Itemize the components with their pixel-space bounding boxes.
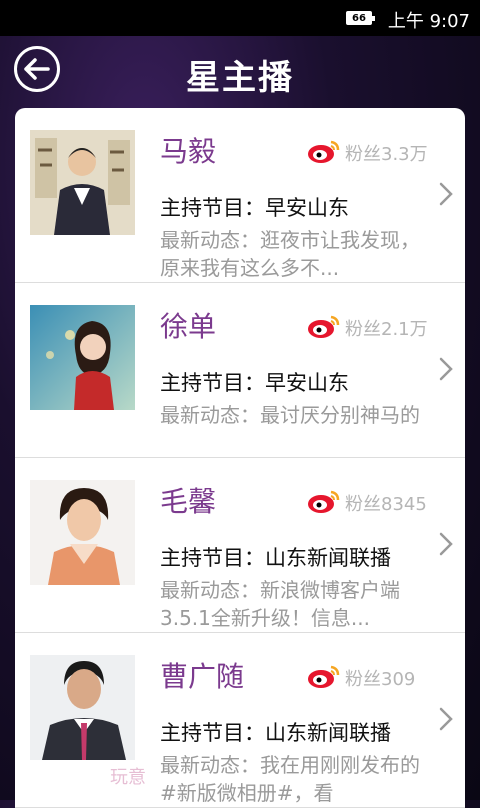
avatar — [30, 655, 135, 760]
latest-update: 最新动态：最讨厌分别神马的 — [160, 403, 420, 427]
fans-count: 粉丝2.1万 — [345, 319, 428, 340]
latest-update: 最新动态：逛夜市让我发现，原来我有这么多不... — [160, 228, 420, 280]
host-list-item[interactable]: 徐单 粉丝2.1万 主持节目：早安山东 最新动态：最讨厌分别神马的 — [15, 283, 465, 458]
avatar — [30, 480, 135, 585]
host-name: 曹广随 — [160, 660, 245, 693]
status-time: 上午 9:07 — [387, 11, 470, 32]
weibo-icon — [308, 315, 340, 338]
weibo-icon — [308, 490, 340, 513]
host-list-item[interactable]: 马毅 粉丝3.3万 主持节目：早安山东 最新动态：逛夜市让我发现，原来我有这么多… — [15, 108, 465, 283]
host-program: 主持节目：早安山东 — [160, 196, 349, 220]
watermark: 玩意 — [110, 767, 146, 788]
host-program: 主持节目：早安山东 — [160, 371, 349, 395]
host-program: 主持节目：山东新闻联播 — [160, 721, 391, 745]
fans-count: 粉丝8345 — [345, 494, 427, 515]
fans-count: 粉丝309 — [345, 669, 416, 690]
chevron-right-icon — [439, 532, 453, 556]
latest-update: 最新动态：我在用刚刚发布的#新版微相册#，看 — [160, 753, 420, 805]
weibo-icon — [308, 665, 340, 688]
avatar — [30, 305, 135, 410]
battery-level: 66 — [352, 12, 366, 24]
host-program: 主持节目：山东新闻联播 — [160, 546, 391, 570]
fans-count: 粉丝3.3万 — [345, 144, 428, 165]
host-name: 马毅 — [160, 135, 217, 168]
avatar — [30, 130, 135, 235]
latest-update: 最新动态：新浪微博客户端3.5.1全新升级！信息... — [160, 578, 400, 630]
host-list: 马毅 粉丝3.3万 主持节目：早安山东 最新动态：逛夜市让我发现，原来我有这么多… — [15, 108, 465, 808]
chevron-right-icon — [439, 182, 453, 206]
battery-icon: 66 — [346, 11, 375, 25]
page-title: 星主播 — [186, 58, 294, 98]
status-bar: 66 上午 9:07 — [0, 0, 480, 36]
host-name: 毛馨 — [160, 485, 217, 518]
header: 星主播 — [0, 36, 480, 108]
host-list-item[interactable]: 曹广随 粉丝309 主持节目：山东新闻联播 最新动态：我在用刚刚发布的#新版微相… — [15, 633, 465, 808]
chevron-right-icon — [439, 707, 453, 731]
weibo-icon — [308, 140, 340, 163]
host-name: 徐单 — [160, 310, 217, 343]
chevron-right-icon — [439, 357, 453, 381]
host-list-item[interactable]: 毛馨 粉丝8345 主持节目：山东新闻联播 最新动态：新浪微博客户端3.5.1全… — [15, 458, 465, 633]
